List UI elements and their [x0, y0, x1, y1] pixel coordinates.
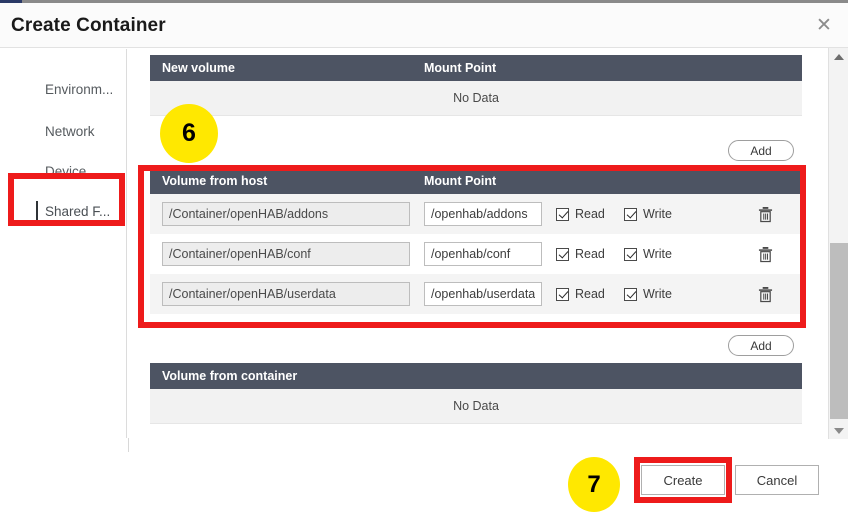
- step-marker-6: 6: [160, 104, 218, 163]
- write-permission-cell: Write: [612, 207, 680, 221]
- mount-point-cell: [412, 242, 544, 266]
- shared-folder-panel: New volume Mount Point No Data Add Volum…: [128, 49, 828, 438]
- mount-point-cell: [412, 282, 544, 306]
- sidebar-item-label: Environm...: [45, 81, 114, 97]
- table-row: Read Write: [150, 274, 802, 314]
- host-path-input[interactable]: [162, 282, 410, 306]
- scrollbar-thumb[interactable]: [830, 243, 848, 419]
- scroll-up-button[interactable]: [829, 48, 848, 65]
- footer-separator: [128, 438, 129, 452]
- trash-icon[interactable]: [758, 206, 773, 223]
- sidebar-item-label: Network: [45, 123, 95, 139]
- vertical-scrollbar[interactable]: [828, 48, 848, 439]
- column-header-new-volume: New volume: [162, 61, 235, 75]
- add-volume-from-host-button[interactable]: Add: [728, 335, 794, 356]
- sidebar-item-label: Device: [45, 163, 87, 179]
- sidebar-item-device[interactable]: Device: [0, 151, 126, 191]
- sidebar-item-shared-folder[interactable]: Shared F...: [0, 191, 126, 231]
- new-volume-empty-state: No Data: [150, 81, 802, 116]
- column-header-volume-from-host: Volume from host: [162, 174, 268, 188]
- trash-icon[interactable]: [758, 246, 773, 263]
- write-label: Write: [643, 287, 672, 301]
- delete-row-cell: [680, 286, 802, 303]
- host-path-cell: [150, 282, 412, 306]
- host-path-cell: [150, 202, 412, 226]
- delete-row-cell: [680, 206, 802, 223]
- table-row: Read Write: [150, 234, 802, 274]
- triangle-up-icon: [833, 53, 844, 60]
- triangle-down-icon: [833, 427, 844, 434]
- read-permission-cell: Read: [544, 287, 612, 301]
- host-path-input[interactable]: [162, 202, 410, 226]
- write-permission-cell: Write: [612, 287, 680, 301]
- column-header-mount-point: Mount Point: [424, 61, 497, 75]
- read-checkbox[interactable]: [556, 207, 569, 221]
- write-checkbox[interactable]: [624, 287, 637, 301]
- sidebar-item-network[interactable]: Network: [0, 111, 126, 151]
- active-indicator: [36, 201, 38, 221]
- close-icon[interactable]: ✕: [808, 9, 840, 41]
- volume-from-host-table-header: Volume from host Mount Point: [150, 168, 802, 194]
- volume-from-container-table: Volume from container No Data: [150, 363, 802, 424]
- cancel-button[interactable]: Cancel: [735, 465, 819, 495]
- read-label: Read: [575, 207, 605, 221]
- mount-point-cell: [412, 202, 544, 226]
- delete-row-cell: [680, 246, 802, 263]
- dialog-titlebar: Create Container ✕: [0, 3, 848, 48]
- host-path-cell: [150, 242, 412, 266]
- create-button[interactable]: Create: [641, 465, 725, 495]
- dialog-title: Create Container: [11, 15, 166, 36]
- create-container-dialog: Create Container ✕ Environm... Network D…: [0, 0, 848, 513]
- mount-point-input[interactable]: [424, 202, 542, 226]
- mount-point-input[interactable]: [424, 282, 542, 306]
- add-new-volume-button[interactable]: Add: [728, 140, 794, 161]
- write-label: Write: [643, 247, 672, 261]
- column-header-volume-from-container: Volume from container: [162, 369, 298, 383]
- read-checkbox[interactable]: [556, 287, 569, 301]
- step-marker-7: 7: [568, 457, 620, 512]
- write-permission-cell: Write: [612, 247, 680, 261]
- trash-icon[interactable]: [758, 286, 773, 303]
- scroll-down-button[interactable]: [829, 422, 848, 439]
- host-path-input[interactable]: [162, 242, 410, 266]
- dialog-sidebar: Environm... Network Device Shared F...: [0, 49, 127, 438]
- new-volume-table: New volume Mount Point No Data: [150, 55, 802, 116]
- sidebar-item-environment[interactable]: Environm...: [0, 69, 126, 109]
- mount-point-input[interactable]: [424, 242, 542, 266]
- column-header-mount-point: Mount Point: [424, 174, 497, 188]
- read-checkbox[interactable]: [556, 247, 569, 261]
- new-volume-table-header: New volume Mount Point: [150, 55, 802, 81]
- read-permission-cell: Read: [544, 207, 612, 221]
- table-row: Read Write: [150, 194, 802, 234]
- write-checkbox[interactable]: [624, 247, 637, 261]
- write-label: Write: [643, 207, 672, 221]
- sidebar-item-label: Shared F...: [45, 203, 111, 219]
- volume-from-host-table: Volume from host Mount Point Read Write: [150, 168, 802, 314]
- read-permission-cell: Read: [544, 247, 612, 261]
- volume-from-container-table-header: Volume from container: [150, 363, 802, 389]
- read-label: Read: [575, 247, 605, 261]
- write-checkbox[interactable]: [624, 207, 637, 221]
- volume-from-container-empty-state: No Data: [150, 389, 802, 424]
- read-label: Read: [575, 287, 605, 301]
